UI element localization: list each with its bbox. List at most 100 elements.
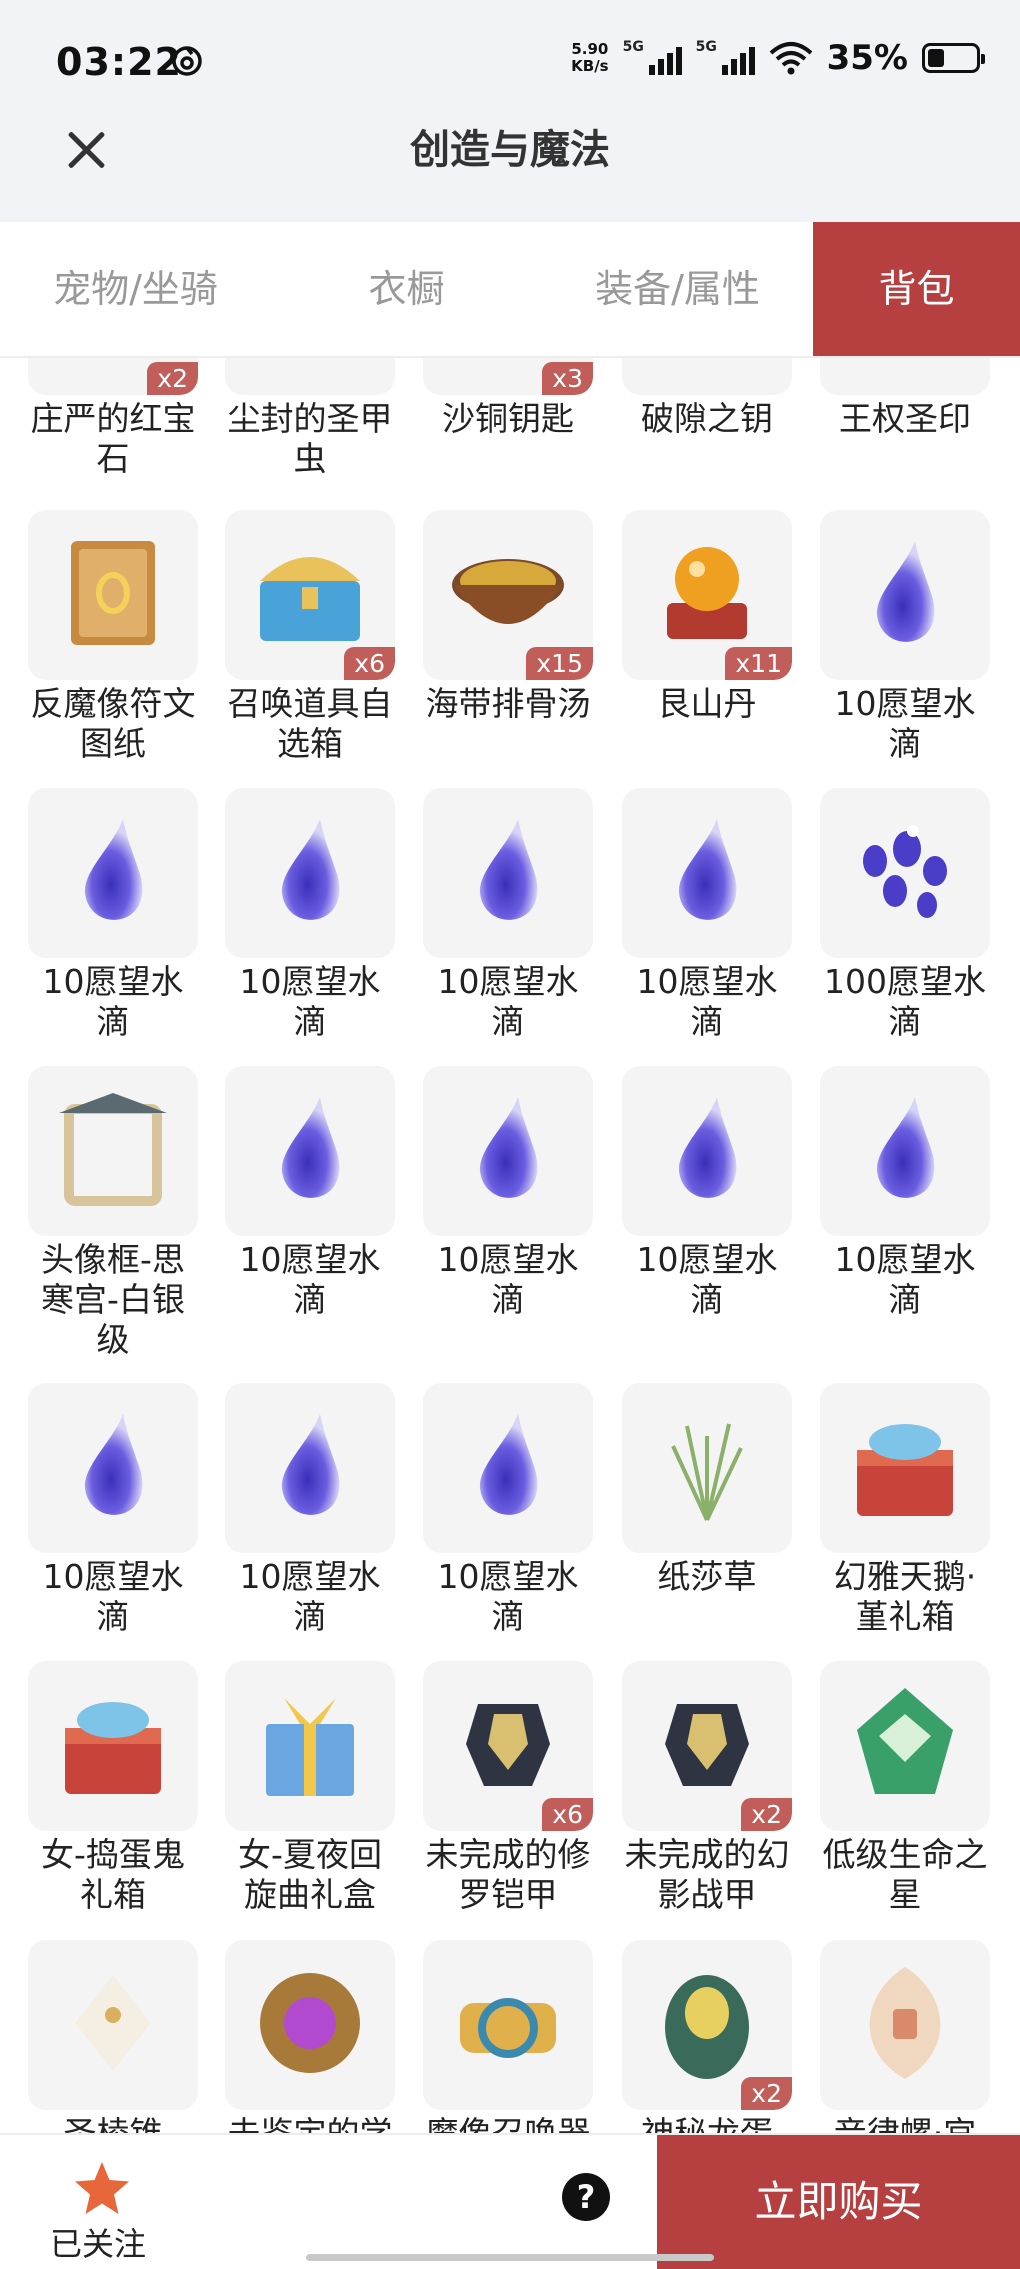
item-thumbnail[interactable] [225,1066,395,1236]
page-title: 创造与魔法 [410,127,610,173]
backpack-item[interactable]: 纸莎草 [622,1383,792,1597]
item-thumbnail[interactable] [820,1661,990,1831]
backpack-item[interactable]: 100愿望水滴 [820,788,990,1042]
item-thumbnail[interactable] [225,1940,395,2110]
item-thumbnail[interactable] [820,1940,990,2110]
follow-label[interactable]: 已关注 [50,2219,146,2265]
buy-now-button[interactable]: 立即购买 [657,2135,1020,2269]
backpack-item[interactable]: x2 神秘龙蛋 [622,1940,792,2133]
backpack-item[interactable]: 10愿望水滴 [423,1066,593,1320]
home-indicator[interactable] [306,2254,714,2261]
backpack-item[interactable]: 10愿望水滴 [28,788,198,1042]
item-thumbnail[interactable] [622,1066,792,1236]
backpack-item[interactable]: 10愿望水滴 [423,1383,593,1637]
item-thumbnail[interactable]: x15 [423,510,593,680]
item-thumbnail[interactable] [622,1383,792,1553]
item-thumbnail[interactable] [423,1066,593,1236]
item-thumbnail[interactable] [820,358,990,395]
item-thumbnail[interactable] [225,788,395,958]
item-thumbnail[interactable] [225,1383,395,1553]
backpack-item[interactable]: 10愿望水滴 [423,788,593,1042]
item-name: 幻雅天鹅·堇礼箱 [833,1557,977,1636]
item-thumbnail[interactable] [423,788,593,958]
item-thumbnail[interactable] [225,1661,395,1831]
item-thumbnail[interactable] [28,1383,198,1553]
item-thumbnail[interactable] [622,788,792,958]
item-name: 头像框-思寒宫-白银级 [41,1240,185,1359]
item-name: 纸莎草 [657,1557,757,1596]
backpack-item[interactable]: x11 艮山丹 [622,510,792,724]
backpack-item[interactable]: x3 沙铜钥匙 [423,358,593,439]
backpack-item[interactable]: 头像框-思寒宫-白银级 [28,1066,198,1360]
item-name: 王权圣印 [839,399,971,438]
scroll-icon [43,523,183,667]
tab-wardrobe[interactable]: 衣橱 [271,222,542,356]
item-thumbnail[interactable] [820,788,990,958]
drop-icon [637,801,777,945]
shell-icon [835,1953,975,2097]
net-speed: 5.90 KB/s [571,40,609,75]
item-thumbnail[interactable]: x11 [622,510,792,680]
backpack-item[interactable]: 10愿望水滴 [28,1383,198,1637]
backpack-item[interactable]: 10愿望水滴 [622,788,792,1042]
backpack-item[interactable]: 圣棱锥 [28,1940,198,2133]
orb-icon [637,523,777,667]
item-thumbnail[interactable] [820,1383,990,1553]
item-thumbnail[interactable] [423,1383,593,1553]
backpack-item[interactable]: 10愿望水滴 [225,1066,395,1320]
giftbox-icon [43,1674,183,1818]
backpack-item[interactable]: 10愿望水滴 [225,1383,395,1637]
backpack-item[interactable]: 低级生命之星 [820,1661,990,1915]
item-name: 圣棱锥 [28,2114,198,2133]
backpack-item[interactable]: x2 未完成的幻影战甲 [622,1661,792,1915]
item-thumbnail[interactable] [423,1940,593,2110]
backpack-item[interactable]: 10愿望水滴 [622,1066,792,1320]
backpack-item[interactable]: 10愿望水滴 [820,1066,990,1320]
quantity-badge: x6 [344,647,395,680]
item-thumbnail[interactable] [28,788,198,958]
backpack-item[interactable]: x6 召唤道具自选箱 [225,510,395,764]
backpack-item[interactable]: 女-捣蛋鬼礼箱 [28,1661,198,1915]
item-name: 庄严的红宝石 [30,399,196,478]
backpack-item[interactable]: 未鉴定的学 [225,1940,395,2133]
star-icon[interactable] [72,2159,132,2219]
item-thumbnail[interactable] [28,1066,198,1236]
backpack-item[interactable]: 10愿望水滴 [820,510,990,764]
backpack-item[interactable]: 音律螺·宫 [820,1940,990,2133]
wifi-icon [769,42,812,75]
tab-pets-mounts[interactable]: 宠物/坐骑 [0,222,271,356]
backpack-item[interactable]: 破隙之钥 [622,358,792,439]
help-icon[interactable]: ? [562,2173,610,2221]
item-thumbnail[interactable] [820,510,990,680]
tab-bar: 宠物/坐骑 衣橱 装备/属性 背包 [0,222,1020,358]
backpack-item[interactable]: x15 海带排骨汤 [423,510,593,724]
device-icon [438,1953,578,2097]
item-name: 10愿望水滴 [239,962,381,1041]
backpack-item[interactable]: x2 庄严的红宝石 [28,358,198,479]
backpack-item[interactable]: 10愿望水滴 [225,788,395,1042]
backpack-item[interactable]: 尘封的圣甲虫 [225,358,395,479]
item-thumbnail[interactable]: x2 [622,1940,792,2110]
item-thumbnail[interactable]: x2 [622,1661,792,1831]
item-name: 低级生命之星 [822,1835,988,1914]
item-thumbnail[interactable] [28,510,198,680]
backpack-item[interactable]: 反魔像符文图纸 [28,510,198,764]
backpack-item[interactable]: 幻雅天鹅·堇礼箱 [820,1383,990,1637]
item-thumbnail[interactable]: x6 [423,1661,593,1831]
item-thumbnail[interactable] [225,358,395,395]
backpack-item[interactable]: 女-夏夜回旋曲礼盒 [225,1661,395,1915]
backpack-item[interactable]: x6 未完成的修罗铠甲 [423,1661,593,1915]
backpack-item[interactable]: 王权圣印 [820,358,990,439]
backpack-item[interactable]: 魔像召唤器 [423,1940,593,2133]
item-thumbnail[interactable]: x6 [225,510,395,680]
item-thumbnail[interactable]: x3 [423,358,593,395]
item-thumbnail[interactable] [622,358,792,395]
armor-icon [438,1674,578,1818]
item-thumbnail[interactable] [28,1940,198,2110]
tab-backpack[interactable]: 背包 [813,222,1020,356]
item-thumbnail[interactable] [28,1661,198,1831]
item-thumbnail[interactable]: x2 [28,358,198,395]
item-thumbnail[interactable] [820,1066,990,1236]
tab-equipment[interactable]: 装备/属性 [542,222,813,356]
close-icon[interactable] [56,120,116,180]
